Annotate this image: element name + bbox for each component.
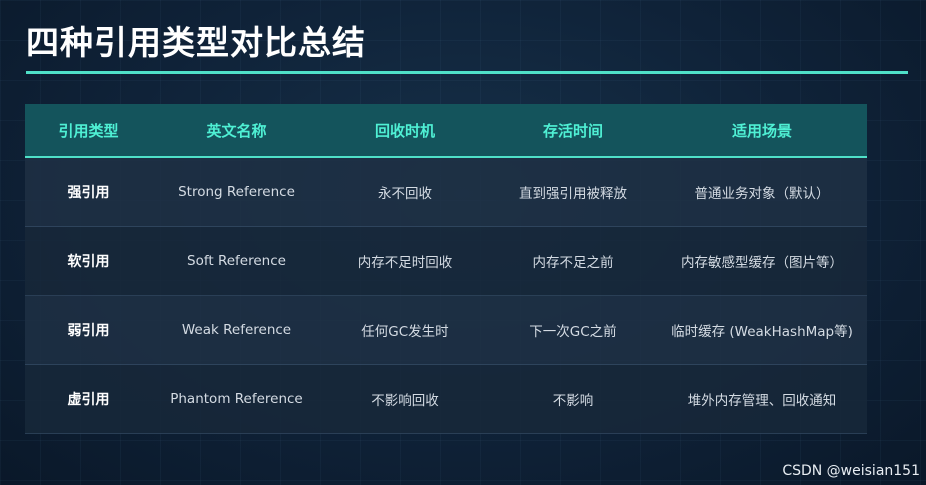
cell-english-name: Weak Reference — [181, 322, 292, 338]
cell-type: 软引用 — [67, 254, 110, 270]
table-header-row: 引用类型 英文名称 回收时机 存活时间 适用场景 — [25, 104, 867, 158]
cell-type: 强引用 — [67, 185, 110, 201]
column-header-usage: 适用场景 — [731, 121, 792, 140]
watermark: CSDN @weisian151 — [782, 463, 920, 479]
cell-type: 弱引用 — [67, 323, 110, 339]
cell-usage: 内存敏感型缓存（图片等） — [681, 255, 843, 271]
table-row: 虚引用 Phantom Reference 不影响回收 不影响 堆外内存管理、回… — [25, 365, 867, 434]
page-title: 四种引用类型对比总结 — [26, 23, 366, 62]
cell-english-name: Strong Reference — [178, 184, 295, 200]
column-header-type: 引用类型 — [58, 121, 119, 140]
table-row: 强引用 Strong Reference 永不回收 直到强引用被释放 普通业务对… — [25, 158, 867, 227]
cell-usage: 堆外内存管理、回收通知 — [687, 393, 837, 409]
cell-recycle-timing: 永不回收 — [378, 186, 432, 202]
cell-usage: 普通业务对象（默认） — [694, 186, 830, 202]
cell-lifetime: 内存不足之前 — [532, 255, 614, 271]
column-header-english-name: 英文名称 — [206, 121, 267, 140]
table-row: 软引用 Soft Reference 内存不足时回收 内存不足之前 内存敏感型缓… — [25, 227, 867, 296]
cell-recycle-timing: 不影响回收 — [371, 393, 439, 409]
cell-type: 虚引用 — [67, 392, 110, 408]
cell-lifetime: 不影响 — [552, 393, 594, 409]
comparison-table: 引用类型 英文名称 回收时机 存活时间 适用场景 强引用 Strong Refe… — [25, 104, 867, 434]
cell-recycle-timing: 任何GC发生时 — [361, 324, 449, 340]
cell-recycle-timing: 内存不足时回收 — [357, 255, 453, 271]
title-underline — [26, 71, 908, 74]
cell-lifetime: 直到强引用被释放 — [519, 186, 627, 202]
cell-english-name: Soft Reference — [187, 253, 286, 269]
table-row: 弱引用 Weak Reference 任何GC发生时 下一次GC之前 临时缓存 … — [25, 296, 867, 365]
cell-usage: 临时缓存 (WeakHashMap等) — [671, 324, 853, 340]
cell-lifetime: 下一次GC之前 — [529, 324, 617, 340]
column-header-recycle-timing: 回收时机 — [374, 121, 435, 140]
column-header-lifetime: 存活时间 — [542, 121, 603, 140]
cell-english-name: Phantom Reference — [170, 391, 303, 407]
